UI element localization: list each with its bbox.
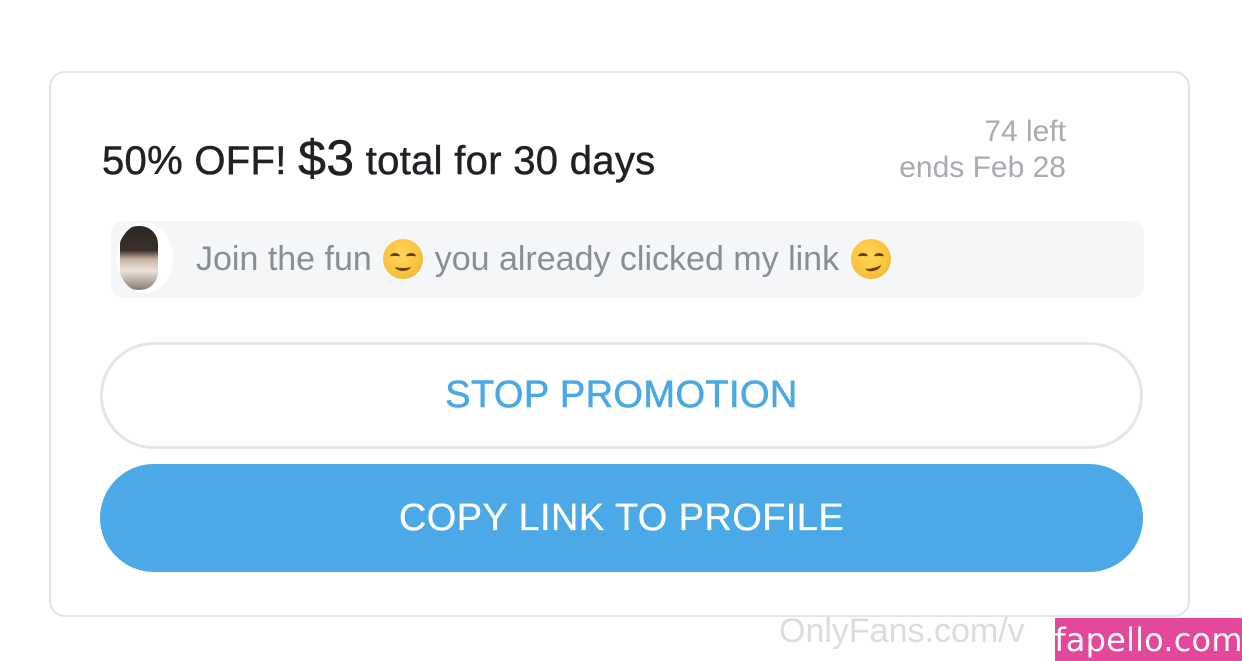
message-text-part2: you already clicked my link	[434, 240, 840, 278]
promotion-price: $3	[298, 130, 355, 187]
promotion-meta: 74 left ends Feb 28	[899, 114, 1066, 186]
end-date: ends Feb 28	[899, 151, 1066, 184]
relieved-face-icon	[383, 239, 424, 279]
stop-promotion-label: STOP PROMOTION	[445, 374, 798, 417]
promotion-card: 50% OFF! $3 total for 30 days 74 left en…	[49, 71, 1190, 617]
remaining-count: 74 left	[984, 115, 1066, 148]
message-text-part1: Join the fun	[196, 240, 372, 278]
promotion-duration: total for 30 days	[365, 139, 656, 184]
avatar	[117, 223, 173, 293]
copy-link-button[interactable]: COPY LINK TO PROFILE	[100, 464, 1143, 572]
discount-label: 50% OFF!	[102, 139, 287, 184]
promotion-headline: 50% OFF! $3 total for 30 days	[102, 129, 656, 187]
watermark-badge: fapello.com	[1054, 618, 1242, 661]
avatar-photo	[120, 226, 158, 290]
stop-promotion-button[interactable]: STOP PROMOTION	[100, 342, 1143, 449]
copy-link-label: COPY LINK TO PROFILE	[398, 496, 845, 539]
smirking-face-icon	[850, 239, 891, 279]
site-watermark: OnlyFans.com/v	[779, 612, 1025, 650]
promotion-message: Join the fun you already clicked my link	[196, 239, 893, 279]
